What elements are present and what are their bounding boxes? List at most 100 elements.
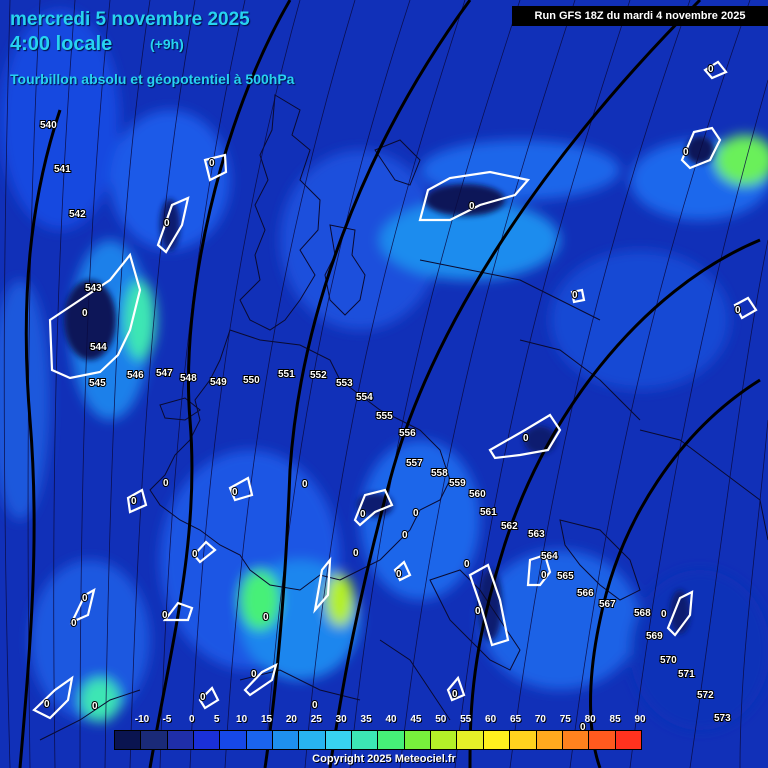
zero-label: 0 [162, 610, 168, 621]
geopotential-label: 555 [376, 411, 393, 422]
zero-label: 0 [200, 692, 206, 703]
zero-label: 0 [475, 606, 481, 617]
legend-tick-label: 40 [385, 714, 397, 725]
legend-bar [114, 730, 642, 750]
zero-label: 0 [353, 548, 359, 559]
geopotential-label: 561 [480, 507, 497, 518]
geopotential-label: 571 [678, 669, 695, 680]
zero-label: 0 [413, 508, 419, 519]
zero-label: 0 [572, 290, 578, 301]
zero-label: 0 [232, 487, 238, 498]
legend-tick-label: 85 [609, 714, 621, 725]
geopotential-label: 540 [40, 120, 57, 131]
geopotential-label: 545 [89, 378, 106, 389]
legend-swatch [431, 731, 458, 749]
geopotential-label: 547 [156, 368, 173, 379]
legend-swatch [536, 731, 563, 749]
legend-swatch [115, 731, 142, 749]
forecast-time: 4:00 locale [10, 33, 113, 55]
zero-label: 0 [44, 699, 50, 710]
legend-tick-label: 5 [213, 714, 220, 725]
geopotential-label: 567 [599, 599, 616, 610]
geopotential-label: 541 [54, 164, 71, 175]
zero-label: 0 [469, 201, 475, 212]
zero-label: 0 [192, 549, 198, 560]
legend-swatch [194, 731, 221, 749]
geopotential-label: 544 [90, 342, 107, 353]
legend-tick-label: 90 [634, 714, 646, 725]
zero-label: 0 [164, 218, 170, 229]
zero-label: 0 [312, 700, 318, 711]
legend-swatch [615, 731, 641, 749]
legend-tick-label: 35 [360, 714, 372, 725]
geopotential-label: 558 [431, 468, 448, 479]
geopotential-label: 549 [210, 377, 227, 388]
zero-label: 0 [402, 530, 408, 541]
geopotential-label: 556 [399, 428, 416, 439]
legend-swatch [404, 731, 432, 749]
geopotential-label: 554 [356, 392, 373, 403]
zero-label: 0 [661, 609, 667, 620]
legend-swatch [246, 731, 274, 749]
zero-label: 0 [360, 509, 366, 520]
geopotential-label: 572 [697, 690, 714, 701]
zero-label: 0 [708, 64, 714, 75]
legend-tick-label: 75 [559, 714, 571, 725]
legend-tick-label: 45 [410, 714, 422, 725]
legend-swatch [510, 731, 537, 749]
legend-swatch [352, 731, 379, 749]
legend-swatch [483, 731, 511, 749]
zero-label: 0 [464, 559, 470, 570]
legend-tick-label: 10 [236, 714, 248, 725]
geopotential-label: 568 [634, 608, 651, 619]
zero-label: 0 [131, 496, 137, 507]
zero-label: 0 [82, 308, 88, 319]
legend-tick-label: 15 [260, 714, 273, 725]
zero-label: 0 [263, 612, 269, 623]
geopotential-label: 548 [180, 373, 197, 384]
legend-tick-label: -5 [162, 714, 172, 725]
zero-label: 0 [735, 305, 741, 316]
zero-label: 0 [92, 701, 98, 712]
legend-swatch [299, 731, 326, 749]
zero-label: 0 [541, 570, 547, 581]
legend-ticks: -10 -5 0 5 10 15 20 25 30 35 40 45 50 55 60 65 70 75 80 85 9… [114, 714, 646, 728]
vorticity-map: 540 541 542 543 544 545 546 547 548 549 … [0, 0, 768, 768]
product-title: Tourbillon absolu et géopotentiel à 500h… [10, 71, 295, 87]
legend-swatch [167, 731, 195, 749]
zero-label: 0 [163, 478, 169, 489]
legend-tick-label: 70 [534, 714, 546, 725]
legend-tick-label: 65 [509, 714, 522, 725]
legend-swatch [378, 731, 405, 749]
legend-tick-label: 0 [189, 714, 195, 725]
zero-label: 0 [302, 479, 308, 490]
geopotential-label: 569 [646, 631, 663, 642]
legend-swatch [273, 731, 300, 749]
legend-tick-label: 80 [584, 714, 596, 725]
geopotential-label: 566 [577, 588, 594, 599]
legend-tick-label: 50 [435, 714, 447, 725]
legend-tick-label: 30 [335, 714, 347, 725]
geopotential-label: 573 [714, 713, 731, 724]
legend-tick-label: 55 [460, 714, 472, 725]
geopotential-label: 564 [541, 551, 558, 562]
zero-label: 0 [209, 158, 215, 169]
zero-label: 0 [251, 669, 257, 680]
legend-swatch [457, 731, 484, 749]
zero-label: 0 [71, 618, 77, 629]
model-run-label: Run GFS 18Z du mardi 4 novembre 2025 [512, 6, 768, 26]
zero-label: 0 [683, 147, 689, 158]
geopotential-label: 559 [449, 478, 466, 489]
legend-tick-label: 20 [285, 714, 297, 725]
legend-swatch [141, 731, 168, 749]
legend-tick-label: 60 [485, 714, 497, 725]
legend-swatch [220, 731, 247, 749]
geopotential-label: 560 [469, 489, 486, 500]
geopotential-label: 557 [406, 458, 423, 469]
geopotential-label: 551 [278, 369, 295, 380]
geopotential-label: 562 [501, 521, 518, 532]
zero-label: 0 [82, 593, 88, 604]
geopotential-label: 563 [528, 529, 545, 540]
legend-tick-label: 25 [310, 714, 322, 725]
geopotential-label: 553 [336, 378, 353, 389]
